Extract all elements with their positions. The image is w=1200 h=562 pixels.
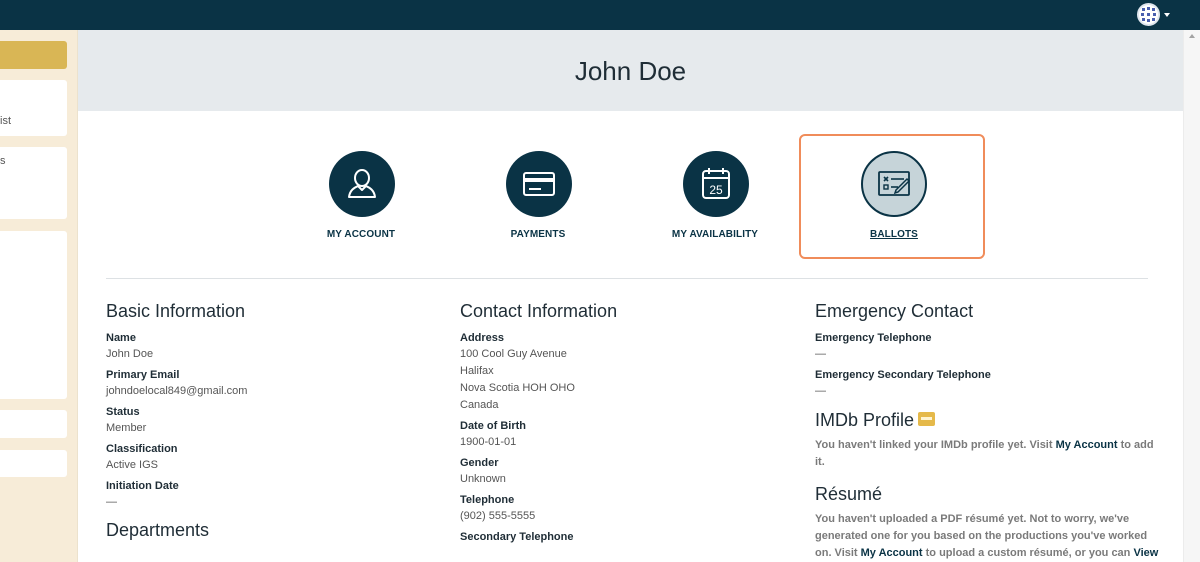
tile-payments[interactable]: PAYMENTS xyxy=(445,134,631,259)
emergency-contact-section: Emergency Contact Emergency Telephone — … xyxy=(815,300,1160,562)
telephone-value: (902) 555-5555 xyxy=(460,510,536,522)
address-line: Nova Scotia HOH OHO xyxy=(460,382,575,394)
profile-header: John Doe xyxy=(78,30,1183,111)
resume-note-line: on. Visit My Account to upload a custom … xyxy=(815,545,1160,562)
section-title: Contact Information xyxy=(460,301,618,321)
sidebar-item[interactable]: s xyxy=(0,147,67,219)
imdb-profile-title-text: IMDb Profile xyxy=(815,410,915,430)
status-value: Member xyxy=(106,422,147,434)
top-navbar xyxy=(0,0,1200,30)
field-label: Secondary Telephone xyxy=(460,531,574,543)
user-icon xyxy=(329,151,395,217)
tile-my-availability[interactable]: 25 MY AVAILABILITY xyxy=(622,134,808,259)
departments-title: Departments xyxy=(106,520,210,540)
field-label: Address xyxy=(460,332,505,344)
address-line: Canada xyxy=(460,399,499,411)
tile-label: BALLOTS xyxy=(870,229,918,240)
tile-label: MY ACCOUNT xyxy=(326,229,396,240)
scroll-up-arrow-icon[interactable] xyxy=(1189,34,1195,38)
field-label: Name xyxy=(106,332,136,344)
my-account-link[interactable]: My Account xyxy=(861,547,923,559)
calendar-day-number: 25 xyxy=(709,183,723,197)
sidebar-panel xyxy=(0,231,67,399)
tile-label: MY AVAILABILITY xyxy=(671,229,759,240)
resume-title: Résumé xyxy=(815,484,883,504)
initiation-date-value: — xyxy=(106,496,117,508)
field-label: Emergency Telephone xyxy=(815,332,932,344)
resume-note-text: on. Visit xyxy=(815,547,861,559)
field-label: Date of Birth xyxy=(460,420,526,432)
tile-ballots[interactable]: BALLOTS xyxy=(799,134,985,259)
avatar-pattern-icon xyxy=(1139,5,1158,24)
sidebar-item-label: s xyxy=(0,155,6,167)
emergency-telephone-value: — xyxy=(815,348,826,360)
field-label: Initiation Date xyxy=(106,480,179,492)
sidebar-item[interactable]: ist xyxy=(0,80,67,136)
date-of-birth-value: 1900-01-01 xyxy=(460,436,517,448)
resume-note-text: to upload a custom résumé, or you can xyxy=(922,547,1134,559)
imdb-note: You haven't linked your IMDb profile yet… xyxy=(815,437,1160,471)
imdb-profile-title: IMDb Profile xyxy=(815,409,1160,431)
tile-label: PAYMENTS xyxy=(510,229,566,240)
resume-note: You haven't uploaded a PDF résumé yet. N… xyxy=(815,511,1160,562)
field-label: Gender xyxy=(460,457,499,469)
calendar-icon: 25 xyxy=(683,151,749,217)
view-resume-link[interactable]: View xyxy=(1133,547,1158,559)
name-value: John Doe xyxy=(106,348,154,360)
user-avatar[interactable] xyxy=(1137,3,1160,26)
emergency-secondary-telephone-value: — xyxy=(815,385,826,397)
resume-note-line: You haven't uploaded a PDF résumé yet. N… xyxy=(815,513,1130,525)
sidebar: ist s xyxy=(0,30,78,562)
address-line: Halifax xyxy=(460,365,494,377)
field-label: Emergency Secondary Telephone xyxy=(815,369,991,381)
tile-my-account[interactable]: MY ACCOUNT xyxy=(268,134,454,259)
field-label: Classification xyxy=(106,443,178,455)
section-title: Emergency Contact xyxy=(815,301,974,321)
classification-value: Active IGS xyxy=(106,459,158,471)
field-label: Telephone xyxy=(460,494,515,506)
credit-card-icon xyxy=(506,151,572,217)
gender-value: Unknown xyxy=(460,473,506,485)
page-title: John Doe xyxy=(574,56,687,86)
vertical-scrollbar[interactable] xyxy=(1183,30,1200,562)
address-line: 100 Cool Guy Avenue xyxy=(460,348,567,360)
resume-note-line: generated one for you based on the produ… xyxy=(815,530,1148,542)
contact-information-section: Contact Information Address 100 Cool Guy… xyxy=(460,300,805,545)
ballot-icon xyxy=(861,151,927,217)
email-value: johndoelocal849@gmail.com xyxy=(106,385,248,397)
user-menu-caret-icon[interactable] xyxy=(1164,13,1170,17)
field-label: Primary Email xyxy=(106,369,180,381)
section-title: Basic Information xyxy=(106,301,246,321)
sidebar-item[interactable] xyxy=(0,450,67,477)
my-account-link[interactable]: My Account xyxy=(1056,439,1118,451)
basic-information-section: Basic Information Name John Doe Primary … xyxy=(106,300,451,550)
imdb-icon xyxy=(918,412,936,427)
imdb-note-text: You haven't linked your IMDb profile yet… xyxy=(815,439,1056,451)
field-label: Status xyxy=(106,406,140,418)
sidebar-item-label: ist xyxy=(0,115,11,127)
sidebar-primary-button[interactable] xyxy=(0,41,67,69)
divider xyxy=(106,278,1148,279)
address-value: 100 Cool Guy Avenue Halifax Nova Scotia … xyxy=(460,346,805,414)
sidebar-item[interactable] xyxy=(0,410,67,438)
